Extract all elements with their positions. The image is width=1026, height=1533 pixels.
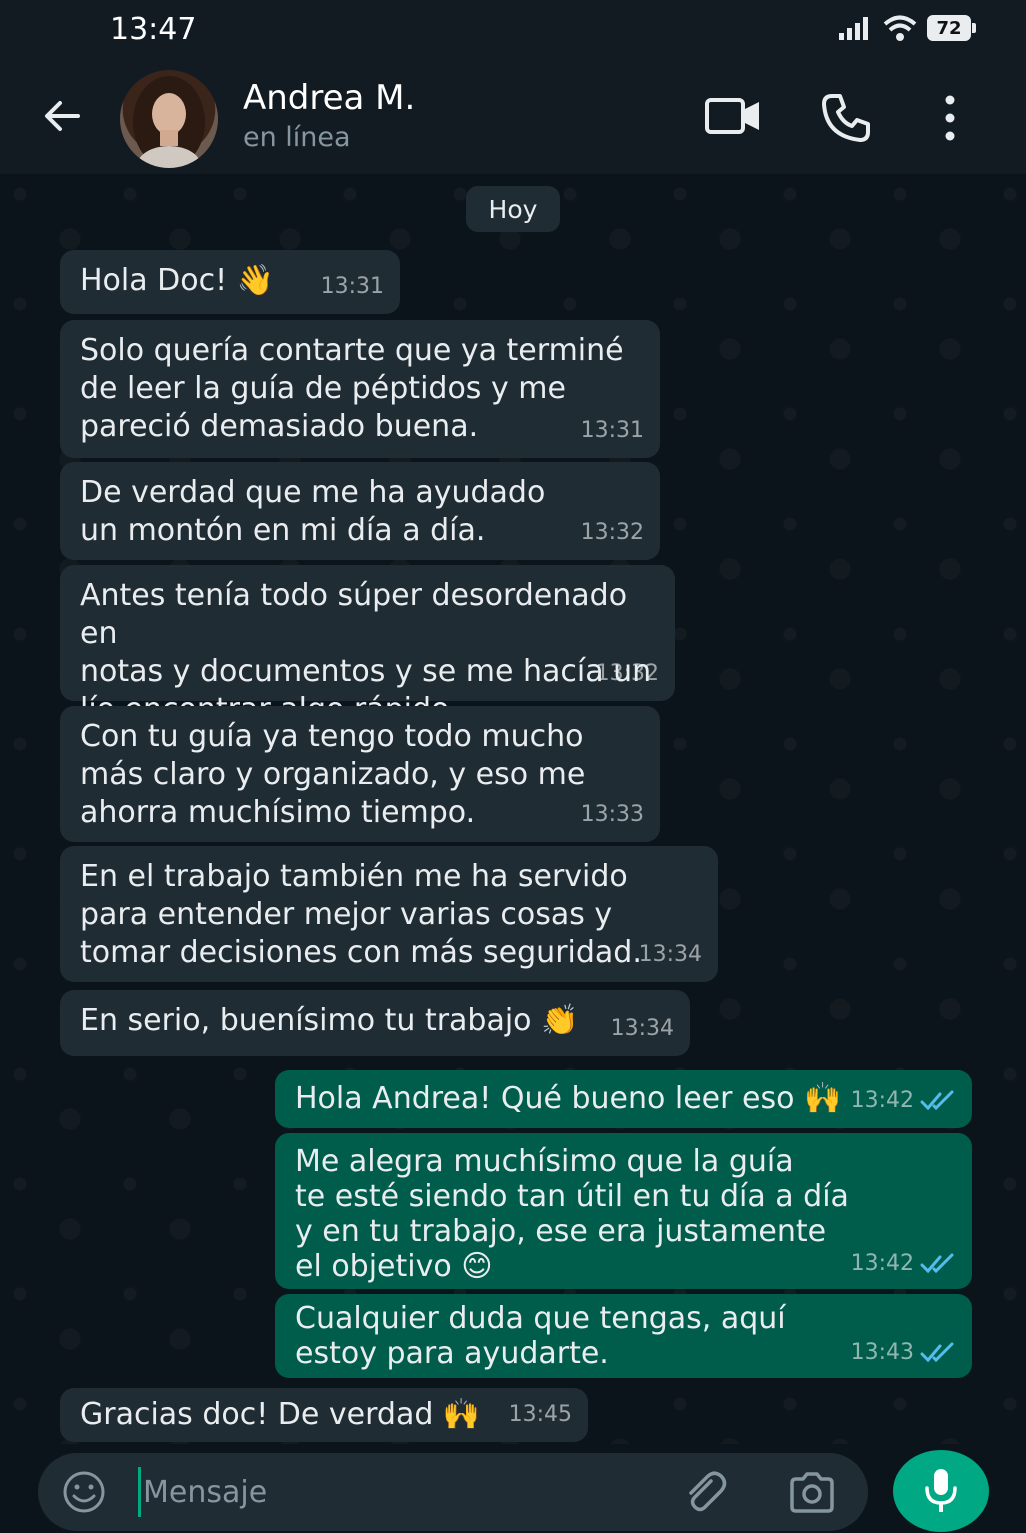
contact-name[interactable]: Andrea M.: [243, 78, 415, 118]
paperclip-icon[interactable]: [681, 1469, 727, 1515]
double-check-icon: [920, 1090, 954, 1111]
battery-indicator: 72: [927, 15, 976, 41]
message-time: 13:31: [320, 274, 384, 299]
message-input[interactable]: [138, 1467, 658, 1517]
message-text: Con tu guía ya tengo todo mucho más clar…: [80, 719, 586, 830]
message-outgoing[interactable]: Cualquier duda que tengas, aquí estoy pa…: [275, 1294, 972, 1378]
message-incoming[interactable]: Gracias doc! De verdad 🙌 13:45: [60, 1388, 588, 1442]
wifi-icon: [883, 15, 917, 41]
message-incoming[interactable]: Antes tenía todo súper desordenado en no…: [60, 565, 675, 727]
video-camera-icon[interactable]: [703, 92, 763, 140]
message-text: Solo quería contarte que ya terminé de l…: [80, 333, 624, 444]
message-meta: 13:33: [581, 796, 644, 834]
message-meta: 13:31: [321, 268, 384, 306]
double-check-icon: [920, 1342, 954, 1362]
microphone-icon: [925, 1469, 957, 1512]
message-incoming[interactable]: Solo quería contarte que ya terminé de l…: [60, 320, 660, 458]
double-check-icon: [920, 1253, 954, 1273]
message-composer: [38, 1453, 868, 1531]
contact-status: en línea: [243, 122, 351, 153]
message-incoming[interactable]: De verdad que me ha ayudado un montón en…: [60, 462, 660, 560]
message-outgoing[interactable]: Hola Andrea! Qué bueno leer eso 🙌 13:42: [275, 1070, 972, 1128]
message-time: 13:43: [850, 1340, 914, 1365]
avatar[interactable]: [120, 70, 218, 168]
more-vertical-icon[interactable]: [935, 92, 965, 144]
message-text: Gracias doc! De verdad 🙌: [80, 1397, 481, 1432]
message-meta: 13:43: [851, 1335, 956, 1370]
status-bar: 13:47 72: [0, 0, 1026, 62]
message-time: 13:42: [850, 1251, 914, 1276]
message-meta: 13:31: [581, 412, 644, 450]
message-time: 13:32: [580, 520, 644, 545]
message-text: En el trabajo también me ha servido para…: [80, 859, 642, 970]
message-meta: 13:32: [581, 514, 644, 552]
message-incoming[interactable]: Con tu guía ya tengo todo mucho más clar…: [60, 706, 660, 842]
camera-icon[interactable]: [788, 1469, 836, 1515]
status-icons: 72: [837, 14, 976, 42]
message-time: 13:33: [580, 802, 644, 827]
battery-level: 72: [936, 17, 962, 39]
message-meta: 13:42: [851, 1246, 956, 1281]
signal-icon: [839, 17, 868, 40]
date-chip: Hoy: [466, 186, 560, 232]
microphone-button[interactable]: [893, 1450, 989, 1532]
message-incoming[interactable]: En el trabajo también me ha servido para…: [60, 846, 718, 982]
message-time: 13:42: [850, 1088, 914, 1113]
message-time: 13:34: [610, 1016, 674, 1041]
message-text: De verdad que me ha ayudado un montón en…: [80, 475, 546, 548]
message-time: 13:45: [508, 1402, 572, 1427]
status-time: 13:47: [110, 12, 197, 47]
phone-icon[interactable]: [820, 92, 872, 144]
message-meta: 13:45: [509, 1396, 572, 1434]
arrow-left-icon[interactable]: [38, 92, 86, 140]
message-time: 13:34: [638, 942, 702, 967]
message-time: 13:32: [595, 661, 659, 686]
message-meta: 13:34: [639, 936, 702, 974]
emoji-icon[interactable]: [62, 1470, 106, 1514]
chat-header: Andrea M. en línea: [0, 62, 1026, 174]
message-meta: 13:42: [851, 1082, 956, 1120]
message-incoming[interactable]: Hola Doc! 👋 13:31: [60, 250, 400, 314]
message-time: 13:31: [580, 418, 644, 443]
message-meta: 13:32: [596, 655, 659, 693]
avatar-portrait-icon: [133, 76, 205, 168]
message-meta: 13:34: [611, 1010, 674, 1048]
message-outgoing[interactable]: Me alegra muchísimo que la guía te esté …: [275, 1133, 972, 1289]
message-incoming[interactable]: En serio, buenísimo tu trabajo 👏 13:34: [60, 990, 690, 1056]
message-text: En serio, buenísimo tu trabajo 👏: [80, 1003, 579, 1038]
